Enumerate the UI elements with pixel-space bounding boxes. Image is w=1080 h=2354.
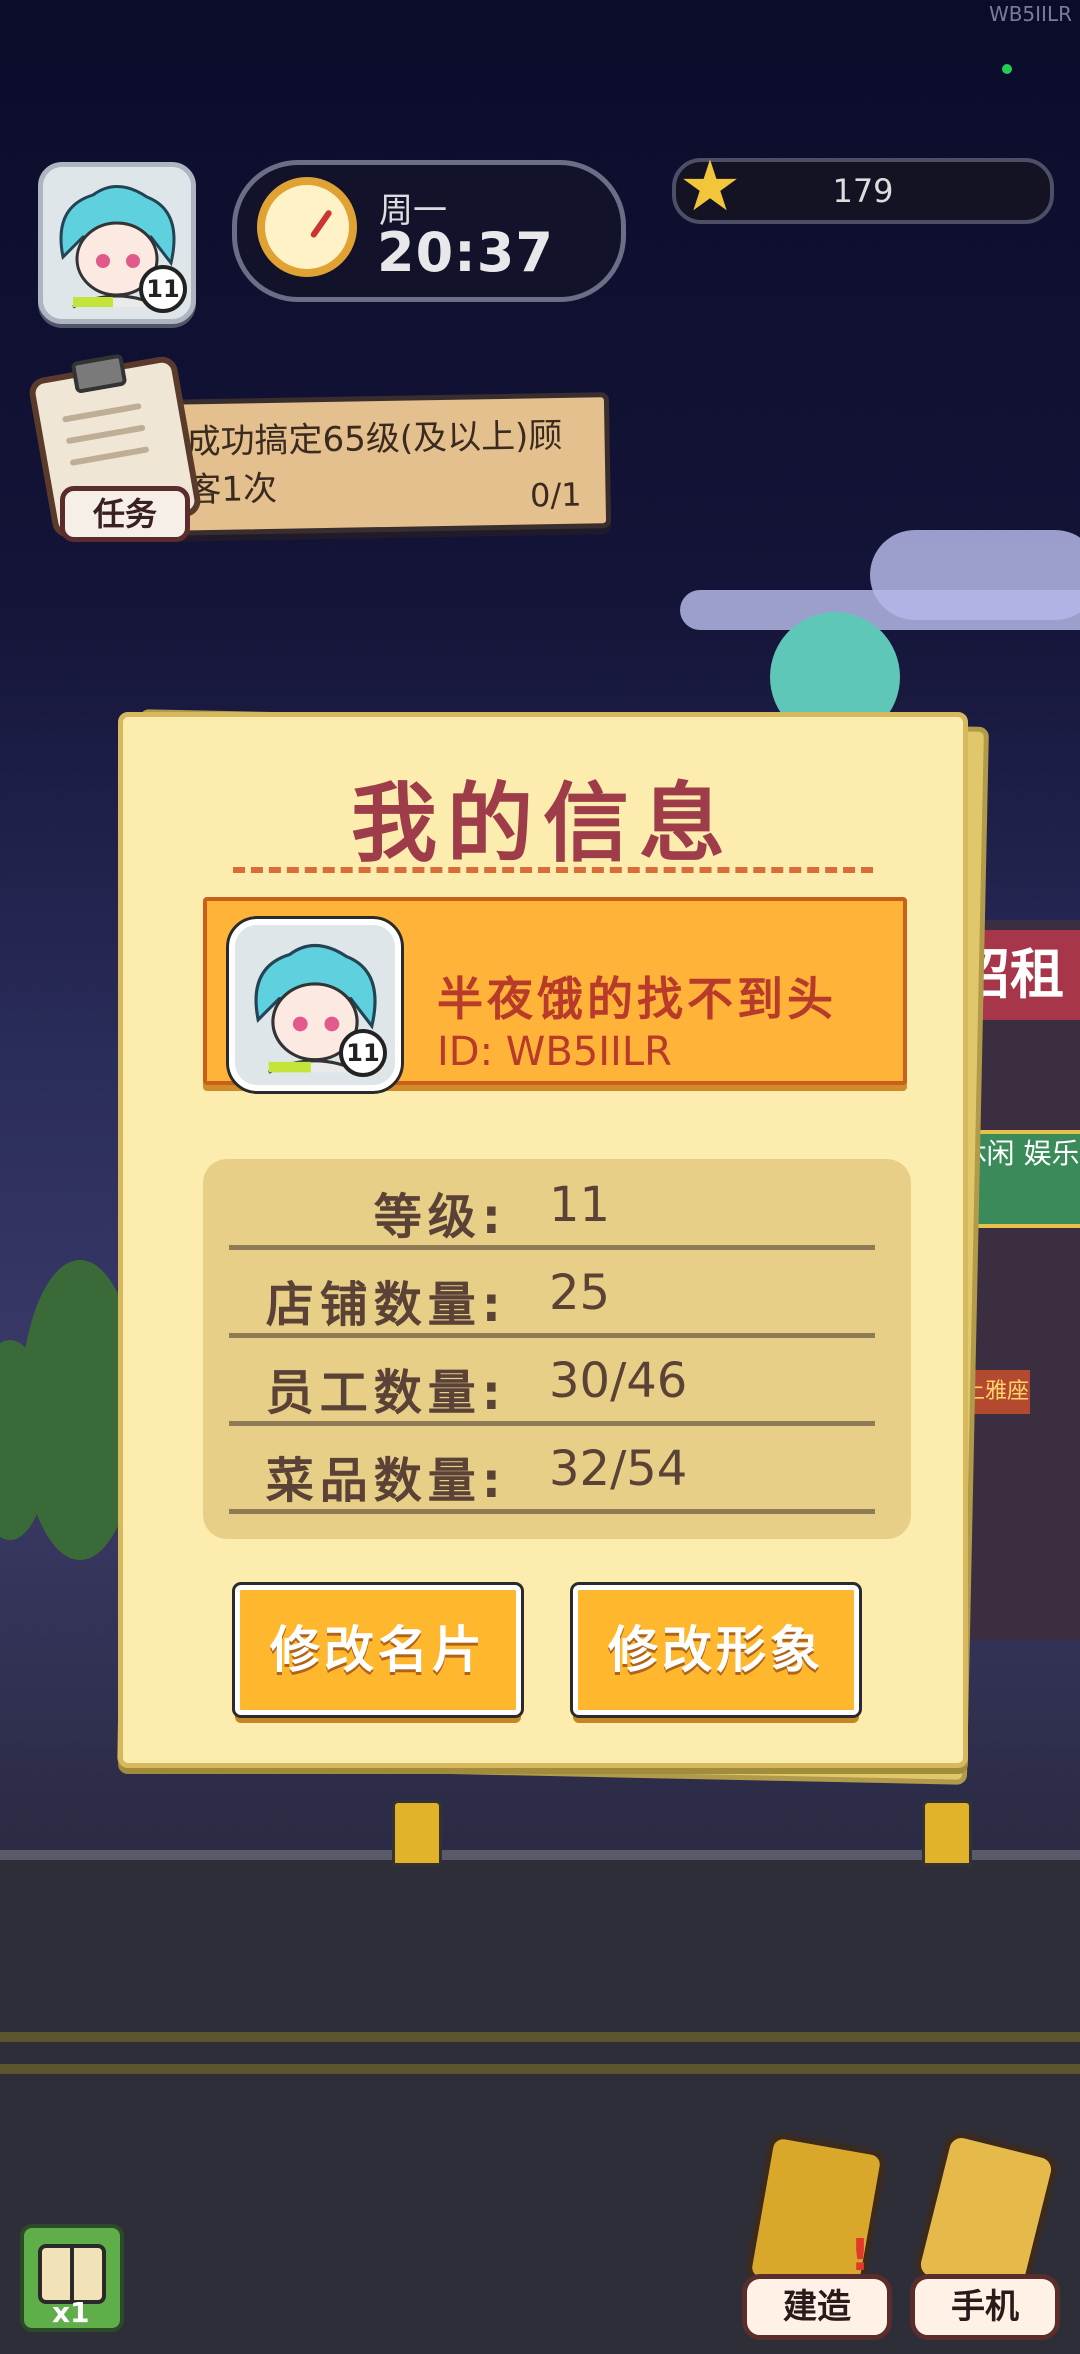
stat-label: 等级: xyxy=(373,1189,507,1245)
profile-card: 11 半夜饿的找不到头 ID: WB5IILR xyxy=(203,897,907,1091)
dialog-title: 我的信息 xyxy=(351,774,735,874)
road-stripe xyxy=(0,2032,1080,2042)
player-avatar[interactable]: 11 xyxy=(38,162,196,324)
build-button[interactable]: ! 建造 xyxy=(738,2130,892,2340)
book-multiplier: x1 xyxy=(52,2296,90,2329)
edit-look-button[interactable]: 修改形象 xyxy=(573,1585,859,1715)
task-board: 成功搞定65级(及以上)顾客1次 0/1 xyxy=(158,392,612,536)
phone-label: 手机 xyxy=(910,2274,1060,2340)
stat-value: 30/46 xyxy=(549,1353,688,1409)
star-currency[interactable]: ★ 179 xyxy=(672,148,1054,224)
status-dot xyxy=(1002,64,1012,74)
stat-row-staff: 员工数量: 30/46 xyxy=(229,1335,875,1426)
stat-row-shops: 店铺数量: 25 xyxy=(229,1247,875,1338)
wet-floor-sign xyxy=(922,1800,972,1866)
alert-icon: ! xyxy=(850,2230,871,2281)
task-text: 成功搞定65级(及以上)顾客1次 xyxy=(186,415,563,511)
player-name: 半夜饿的找不到头 xyxy=(437,972,837,1026)
edit-card-button[interactable]: 修改名片 xyxy=(235,1585,521,1715)
stats-box: 等级: 11 店铺数量: 25 员工数量: 30/46 菜品数量: 32/54 xyxy=(203,1159,911,1539)
watermark: WB5IILR xyxy=(988,2,1072,26)
stat-value: 11 xyxy=(549,1177,611,1233)
stat-value: 32/54 xyxy=(549,1441,688,1497)
task-panel[interactable]: 成功搞定65级(及以上)顾客1次 0/1 任务 xyxy=(27,353,612,546)
phone-button[interactable]: 手机 xyxy=(906,2128,1061,2340)
stat-label: 员工数量: xyxy=(265,1365,507,1421)
task-progress: 0/1 xyxy=(529,475,582,515)
level-badge: 11 xyxy=(139,265,187,313)
clock-panel: 周一 20:37 xyxy=(232,160,626,302)
my-info-dialog: 我的信息 11 半夜饿的找不到头 ID: WB5IILR 等级: 11 店铺数量… xyxy=(118,712,968,1768)
profile-avatar[interactable]: 11 xyxy=(229,919,401,1091)
wet-floor-sign xyxy=(392,1800,442,1866)
title-divider xyxy=(233,867,873,881)
stat-row-dishes: 菜品数量: 32/54 xyxy=(229,1423,875,1514)
stat-value: 25 xyxy=(549,1265,611,1321)
star-count: 179 xyxy=(832,172,894,210)
level-badge: 11 xyxy=(339,1029,387,1077)
stat-label: 菜品数量: xyxy=(265,1453,507,1509)
stat-label: 店铺数量: xyxy=(265,1277,507,1333)
clock-icon xyxy=(257,177,357,277)
player-id: ID: WB5IILR xyxy=(437,1029,672,1075)
road-stripe xyxy=(0,2064,1080,2074)
build-label: 建造 xyxy=(742,2274,892,2340)
time-label: 20:37 xyxy=(377,221,554,284)
task-label: 任务 xyxy=(60,486,190,542)
cloud xyxy=(870,530,1080,620)
stat-row-level: 等级: 11 xyxy=(229,1159,875,1250)
